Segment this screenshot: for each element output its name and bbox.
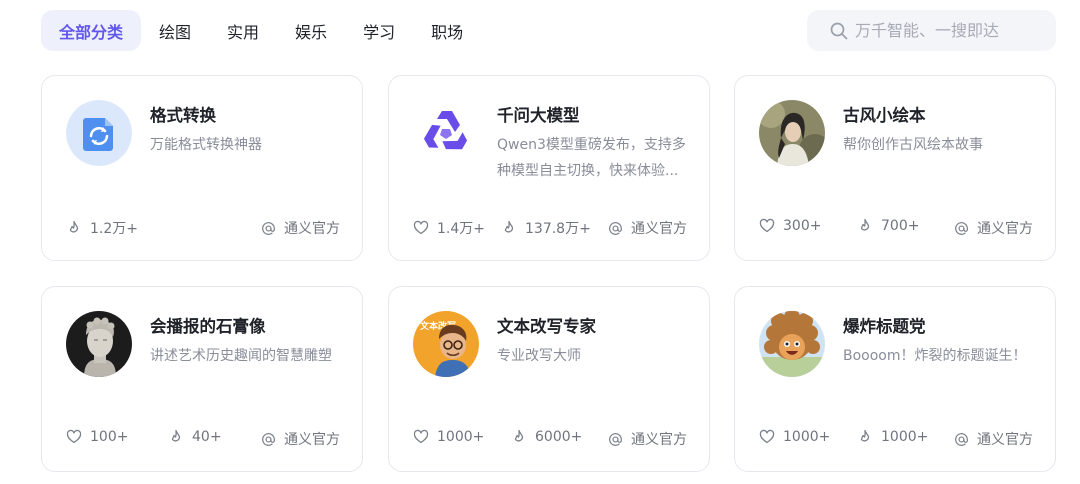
- card-title: 文本改写专家: [497, 317, 596, 336]
- tab-practical[interactable]: 实用: [209, 10, 277, 51]
- fire-icon: [514, 429, 524, 442]
- card-title: 爆炸标题党: [843, 317, 926, 336]
- agent-card-qwen[interactable]: 千问大模型 Qwen3模型重磅发布，支持多种模型自主切换，快来体验... 1.4…: [388, 75, 710, 261]
- fire-icon: [504, 220, 514, 233]
- card-title: 格式转换: [150, 106, 216, 125]
- likes-count: 300+: [759, 218, 821, 234]
- agent-card-plaster-statue[interactable]: 会播报的石膏像 讲述艺术历史趣闻的智慧雕塑 100+ 40+ 通义官方: [41, 286, 363, 472]
- likes-count: 1000+: [413, 429, 484, 445]
- uses-count: 137.8万+: [501, 218, 591, 238]
- uses-count: 1000+: [857, 429, 928, 445]
- author: 通义官方: [954, 218, 1033, 238]
- card-stats: 1.4万+ 137.8万+ 通义官方: [413, 218, 687, 238]
- card-title: 古风小绘本: [843, 106, 926, 125]
- card-stats: 1000+ 6000+ 通义官方: [413, 429, 687, 449]
- likes-value: 1000+: [437, 429, 485, 445]
- tab-drawing[interactable]: 绘图: [141, 10, 209, 51]
- uses-count: 1.2万+: [66, 218, 138, 238]
- explosion-hair-character: [759, 311, 825, 377]
- search-input[interactable]: [855, 21, 1035, 40]
- author: 通义官方: [954, 429, 1033, 449]
- fire-icon: [69, 220, 79, 233]
- likes-value: 1.4万+: [437, 221, 485, 237]
- fire-icon: [860, 429, 870, 442]
- author-name: 通义官方: [284, 221, 340, 237]
- uses-value: 137.8万+: [525, 221, 591, 237]
- card-stats: 1000+ 1000+ 通义官方: [759, 429, 1033, 449]
- author-name: 通义官方: [631, 221, 687, 237]
- uses-value: 40+: [192, 429, 222, 445]
- likes-value: 300+: [783, 218, 822, 234]
- category-tabs: 全部分类 绘图 实用 娱乐 学习 职场: [41, 10, 481, 51]
- author: 通义官方: [608, 429, 687, 449]
- likes-count: 1000+: [759, 429, 830, 445]
- card-stats: 1.2万+ 通义官方: [66, 218, 340, 238]
- uses-value: 6000+: [535, 429, 583, 445]
- card-title: 千问大模型: [497, 106, 580, 125]
- likes-value: 1000+: [783, 429, 831, 445]
- ancient-style-portrait: [759, 100, 825, 166]
- tab-workplace[interactable]: 职场: [413, 10, 481, 51]
- uses-value: 700+: [881, 218, 920, 234]
- card-description: 帮你创作古风绘本故事: [843, 137, 983, 153]
- author-name: 通义官方: [284, 432, 340, 448]
- card-description: Boooom！炸裂的标题诞生！: [843, 348, 1027, 364]
- uses-count: 6000+: [511, 429, 582, 445]
- tab-learning[interactable]: 学习: [345, 10, 413, 51]
- fire-icon: [171, 429, 181, 442]
- at-icon: [262, 432, 275, 446]
- uses-count: 40+: [168, 429, 222, 445]
- author: 通义官方: [261, 218, 340, 238]
- heart-icon: [759, 429, 775, 444]
- agent-card-text-rewrite[interactable]: 文本改写 文本改写专家 专业改写大师 1000+ 6000+ 通义官方: [388, 286, 710, 472]
- fire-icon: [860, 218, 870, 231]
- tab-all[interactable]: 全部分类: [41, 10, 142, 51]
- at-icon: [955, 432, 968, 446]
- author-name: 通义官方: [977, 221, 1033, 237]
- uses-count: 700+: [857, 218, 919, 234]
- likes-count: 100+: [66, 429, 128, 445]
- file-convert-icon: [66, 100, 132, 166]
- at-icon: [609, 221, 622, 235]
- card-description: 专业改写大师: [497, 348, 581, 364]
- card-description: 万能格式转换神器: [150, 137, 262, 153]
- card-description: Qwen3模型重磅发布，支持多种模型自主切换，快来体验...: [497, 137, 686, 179]
- author: 通义官方: [261, 429, 340, 449]
- card-title: 会播报的石膏像: [150, 317, 266, 336]
- uses-value: 1000+: [881, 429, 929, 445]
- heart-icon: [66, 429, 82, 444]
- at-icon: [262, 221, 275, 235]
- author: 通义官方: [608, 218, 687, 238]
- top-bar: 全部分类 绘图 实用 娱乐 学习 职场: [0, 0, 1080, 62]
- heart-icon: [413, 220, 429, 235]
- search-box[interactable]: [807, 10, 1056, 51]
- uses-value: 1.2万+: [90, 221, 138, 237]
- at-icon: [609, 432, 622, 446]
- heart-icon: [759, 218, 775, 233]
- search-icon: [830, 22, 848, 39]
- agent-card-format-convert[interactable]: 格式转换 万能格式转换神器 1.2万+ 通义官方: [41, 75, 363, 261]
- author-name: 通义官方: [977, 432, 1033, 448]
- plaster-statue-portrait: [66, 311, 132, 377]
- agent-card-ancient-picture-book[interactable]: 古风小绘本 帮你创作古风绘本故事 300+ 700+ 通义官方: [734, 75, 1056, 261]
- author-name: 通义官方: [631, 432, 687, 448]
- at-icon: [955, 221, 968, 235]
- likes-value: 100+: [90, 429, 129, 445]
- agent-card-clickbait-title[interactable]: 爆炸标题党 Boooom！炸裂的标题诞生！ 1000+ 1000+ 通义官方: [734, 286, 1056, 472]
- qwen-logo: [413, 100, 479, 166]
- cartoon-writer-portrait: 文本改写: [413, 311, 479, 377]
- card-stats: 100+ 40+ 通义官方: [66, 429, 340, 449]
- card-description: 讲述艺术历史趣闻的智慧雕塑: [150, 348, 332, 364]
- card-stats: 300+ 700+ 通义官方: [759, 218, 1033, 238]
- heart-icon: [413, 429, 429, 444]
- tab-entertainment[interactable]: 娱乐: [277, 10, 345, 51]
- likes-count: 1.4万+: [413, 218, 485, 238]
